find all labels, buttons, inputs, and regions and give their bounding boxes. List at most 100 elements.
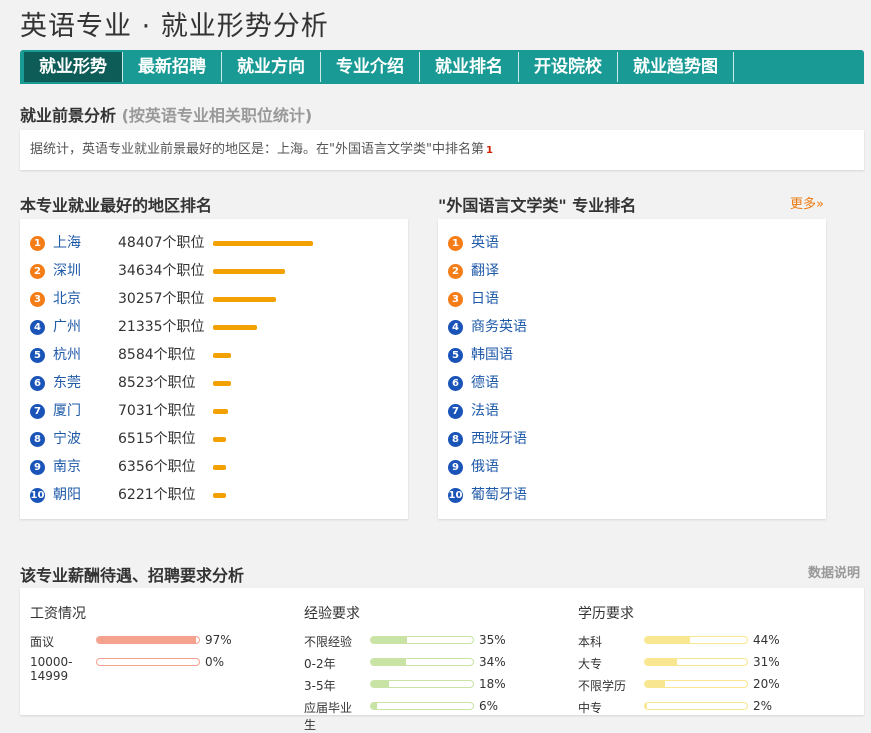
- stat-row: 本科 44%: [578, 629, 780, 651]
- page-title: 英语专业 · 就业形势分析: [20, 11, 329, 42]
- stat-label: 0-2年: [304, 657, 336, 671]
- tab-major-intro[interactable]: 专业介绍: [321, 52, 420, 82]
- stat-bar-fill: [645, 659, 677, 665]
- job-count-bar: [213, 241, 313, 246]
- data-note-link[interactable]: 数据说明: [808, 562, 860, 581]
- major-link[interactable]: 西班牙语: [471, 425, 527, 453]
- job-count: 34634个职位: [118, 263, 205, 279]
- job-count-bar: [213, 437, 226, 442]
- rank-badge: 2: [448, 264, 463, 279]
- rank-badge: 6: [448, 376, 463, 391]
- salary-panel: [20, 588, 864, 715]
- list-item: 10 朝阳 6221个职位: [30, 481, 400, 509]
- stat-row: 0-2年 34%: [304, 651, 506, 673]
- tab-career-direction[interactable]: 就业方向: [222, 52, 321, 82]
- list-item: 4 商务英语: [448, 313, 818, 341]
- job-count: 21335个职位: [118, 319, 205, 335]
- stat-percent: 34%: [479, 655, 506, 669]
- region-link[interactable]: 北京: [53, 285, 81, 313]
- stat-bar-track: [644, 658, 748, 666]
- stat-bar-track: [370, 680, 474, 688]
- list-item: 1 英语: [448, 229, 818, 257]
- tab-bar: 就业形势 最新招聘 就业方向 专业介绍 就业排名 开设院校 就业趋势图: [20, 50, 864, 84]
- tab-employment-ranking[interactable]: 就业排名: [420, 52, 519, 82]
- stat-percent: 35%: [479, 633, 506, 647]
- major-link[interactable]: 俄语: [471, 453, 499, 481]
- region-link[interactable]: 朝阳: [53, 481, 81, 509]
- majors-title: "外国语言文学类" 专业排名: [438, 196, 637, 215]
- region-link[interactable]: 杭州: [53, 341, 81, 369]
- rank-badge: 2: [30, 264, 45, 279]
- stat-row: 应届毕业生 6%: [304, 695, 498, 732]
- region-link[interactable]: 广州: [53, 313, 81, 341]
- region-link[interactable]: 厦门: [53, 397, 81, 425]
- job-count: 30257个职位: [118, 291, 205, 307]
- stat-row: 10000-14999 0%: [30, 651, 224, 683]
- rank-badge: 1: [448, 236, 463, 251]
- stat-bar-track: [644, 636, 748, 644]
- list-item: 8 西班牙语: [448, 425, 818, 453]
- major-link[interactable]: 日语: [471, 285, 499, 313]
- list-item: 6 德语: [448, 369, 818, 397]
- rank-badge: 3: [448, 292, 463, 307]
- list-item: 6 东莞 8523个职位: [30, 369, 400, 397]
- job-count-bar: [213, 465, 226, 470]
- rank-badge: 9: [448, 460, 463, 475]
- major-link[interactable]: 英语: [471, 229, 499, 257]
- list-item: 3 北京 30257个职位: [30, 285, 400, 313]
- tab-schools[interactable]: 开设院校: [519, 52, 618, 82]
- rank-badge: 4: [30, 320, 45, 335]
- stat-row: 大专 31%: [578, 651, 780, 673]
- stat-bar-track: [644, 680, 748, 688]
- prospect-section-title: 就业前景分析 (按英语专业相关职位统计): [20, 102, 312, 126]
- rank-badge: 5: [448, 348, 463, 363]
- rank-badge: 9: [30, 460, 45, 475]
- job-count: 8584个职位: [118, 347, 196, 363]
- major-link[interactable]: 德语: [471, 369, 499, 397]
- rank-badge: 7: [448, 404, 463, 419]
- region-link[interactable]: 东莞: [53, 369, 81, 397]
- list-item: 1 上海 48407个职位: [30, 229, 400, 257]
- tab-employment-situation[interactable]: 就业形势: [24, 52, 123, 82]
- tab-trend-chart[interactable]: 就业趋势图: [618, 52, 734, 82]
- list-item: 9 俄语: [448, 453, 818, 481]
- region-ranking-list: 1 上海 48407个职位 2 深圳 34634个职位 3 北京 30257个职位 4 广州 2133…: [30, 229, 400, 509]
- stat-bar-fill: [371, 659, 406, 665]
- more-link[interactable]: 更多»: [790, 193, 824, 212]
- prospect-subtitle: (按英语专业相关职位统计): [121, 106, 313, 125]
- rank-badge: 10: [30, 488, 45, 503]
- tab-latest-jobs[interactable]: 最新招聘: [123, 52, 222, 82]
- stat-label: 中专: [578, 701, 603, 715]
- regions-title: 本专业就业最好的地区排名: [20, 196, 213, 215]
- stat-label: 大专: [578, 657, 603, 671]
- rank-badge: 10: [448, 488, 463, 503]
- region-link[interactable]: 宁波: [53, 425, 81, 453]
- regions-panel: 1 上海 48407个职位 2 深圳 34634个职位 3 北京 30257个职位 4 广州 2133…: [20, 219, 408, 519]
- rank-badge: 8: [448, 432, 463, 447]
- stat-bar-fill: [645, 681, 666, 687]
- salary-title: 该专业薪酬待遇、招聘要求分析: [20, 566, 245, 585]
- list-item: 8 宁波 6515个职位: [30, 425, 400, 453]
- stat-row: 不限经验 35%: [304, 629, 506, 651]
- major-link[interactable]: 韩国语: [471, 341, 513, 369]
- education-column: 学历要求 本科 44% 大专 31% 不限学历 20% 中专 2%: [578, 603, 780, 717]
- stat-bar-fill: [371, 681, 390, 687]
- stat-bar-fill: [97, 637, 196, 643]
- job-count: 6221个职位: [118, 487, 196, 503]
- region-link[interactable]: 南京: [53, 453, 81, 481]
- rank-badge: 6: [30, 376, 45, 391]
- job-count: 7031个职位: [118, 403, 196, 419]
- major-link[interactable]: 法语: [471, 397, 499, 425]
- major-link[interactable]: 翻译: [471, 257, 499, 285]
- stat-percent: 2%: [753, 699, 773, 713]
- major-link[interactable]: 商务英语: [471, 313, 527, 341]
- stat-bar-track: [370, 658, 474, 666]
- stat-percent: 20%: [753, 677, 780, 691]
- region-link[interactable]: 上海: [53, 229, 81, 257]
- stat-percent: 0%: [205, 655, 225, 669]
- region-link[interactable]: 深圳: [53, 257, 81, 285]
- job-count-bar: [213, 353, 231, 358]
- major-link[interactable]: 葡萄牙语: [471, 481, 527, 509]
- stat-label: 本科: [578, 635, 603, 649]
- stat-bar-track: [96, 658, 200, 666]
